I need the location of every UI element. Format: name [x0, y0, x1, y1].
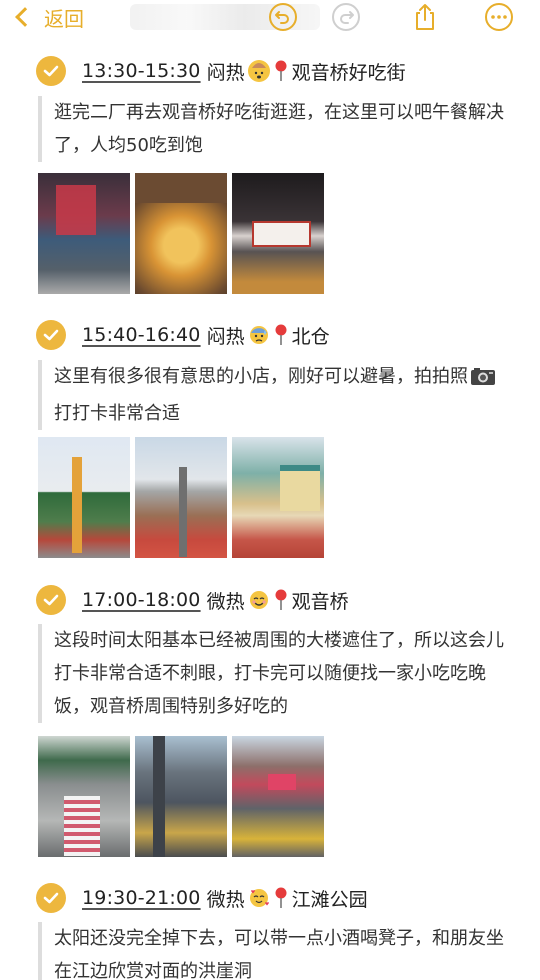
section-2-header: 15:40-16:40 闷热 北仓 [36, 318, 330, 352]
more-icon [485, 3, 513, 31]
section-2-description: 这里有很多很有意思的小店，刚好可以避暑，拍拍照 打打卡非常合适 [38, 360, 508, 430]
place-name: 观音桥 [291, 590, 349, 613]
section-4-header: 19:30-21:00 微热 江滩公园 [36, 881, 368, 915]
photo-yellow-house[interactable] [232, 437, 324, 558]
description-text: 逛完二厂再去观音桥好吃街逛逛，在这里可以吧午餐解决了，人均50吃到饱 [54, 102, 504, 156]
checkmark-icon [43, 892, 59, 904]
photo-traffic[interactable] [135, 736, 227, 857]
back-button[interactable]: 返回 [8, 2, 84, 32]
redo-icon [332, 3, 360, 31]
more-button[interactable] [484, 2, 514, 32]
location-pin-icon [275, 887, 287, 908]
checkbox-checked[interactable] [36, 320, 66, 350]
section-2-photos [38, 437, 324, 558]
photo-tower-gate[interactable] [38, 437, 130, 558]
section-1-description: 逛完二厂再去观音桥好吃街逛逛，在这里可以吧午餐解决了，人均50吃到饱 [38, 96, 508, 162]
place-name: 江滩公园 [291, 888, 368, 911]
location-pin-icon [275, 324, 287, 345]
location-pin-icon [275, 60, 287, 81]
photo-taxis[interactable] [232, 736, 324, 857]
hearts-face-emoji-icon [248, 887, 270, 909]
undo-button[interactable] [268, 2, 298, 32]
weather-label: 微热 [206, 888, 245, 911]
checkmark-icon [43, 594, 59, 606]
weather-label: 微热 [206, 590, 245, 613]
section-1-photos [38, 173, 324, 294]
description-text: 这里有很多很有意思的小店，刚好可以避暑，拍拍照 [54, 366, 468, 387]
weather-label: 闷热 [206, 61, 245, 84]
photo-red-street[interactable] [135, 437, 227, 558]
place-name: 观音桥好吃街 [291, 61, 406, 84]
photo-street-signs[interactable] [38, 173, 130, 294]
share-icon [416, 4, 434, 30]
photo-takoyaki[interactable] [135, 173, 227, 294]
section-3-header: 17:00-18:00 微热 观音桥 [36, 583, 349, 617]
anxious-sweat-emoji-icon [248, 324, 270, 346]
section-3-photos [38, 736, 324, 857]
smiling-face-emoji-icon [248, 589, 270, 611]
top-bar: 返回 [0, 0, 540, 36]
time-range: 15:40-16:40 [82, 324, 201, 346]
time-range: 13:30-15:30 [82, 60, 201, 82]
exploding-head-emoji-icon [247, 60, 270, 82]
description-text: 太阳还没完全掉下去，可以带一点小酒喝凳子，和朋友坐在江边欣赏对面的洪崖洞 [54, 928, 504, 980]
time-range: 17:00-18:00 [82, 589, 201, 611]
redo-button[interactable] [331, 2, 361, 32]
description-text: 这段时间太阳基本已经被周围的大楼遮住了，所以这会儿打卡非常合适不刺眼，打卡完可以… [54, 630, 504, 717]
checkmark-icon [43, 329, 59, 341]
checkbox-checked[interactable] [36, 883, 66, 913]
time-range: 19:30-21:00 [82, 887, 201, 909]
location-pin-icon [275, 589, 287, 610]
share-button[interactable] [410, 2, 440, 32]
section-4-description: 太阳还没完全掉下去，可以带一点小酒喝凳子，和朋友坐在江边欣赏对面的洪崖洞 [38, 922, 508, 980]
photo-crosswalk[interactable] [38, 736, 130, 857]
chevron-left-icon [15, 7, 35, 27]
place-name: 北仓 [291, 325, 330, 348]
photo-market-hall[interactable] [232, 173, 324, 294]
section-3-description: 这段时间太阳基本已经被周围的大楼遮住了，所以这会儿打卡非常合适不刺眼，打卡完可以… [38, 624, 508, 723]
checkmark-icon [43, 65, 59, 77]
description-text-tail: 打打卡非常合适 [54, 403, 180, 424]
undo-icon [269, 3, 297, 31]
checkbox-checked[interactable] [36, 585, 66, 615]
weather-label: 闷热 [206, 325, 245, 348]
back-label: 返回 [44, 6, 84, 31]
checkbox-checked[interactable] [36, 56, 66, 86]
section-1-header: 13:30-15:30 闷热 观音桥好吃街 [36, 54, 406, 88]
camera-emoji-icon [470, 364, 496, 397]
